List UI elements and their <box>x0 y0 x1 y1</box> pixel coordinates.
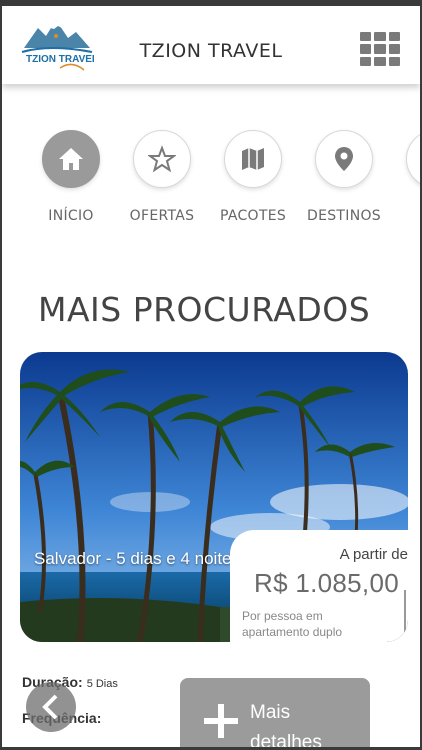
category-pacotes[interactable]: PACOTES <box>208 130 298 224</box>
brand-title: TZION TRAVEL <box>139 40 283 62</box>
section-title: MAIS PROCURADOS <box>38 290 371 329</box>
package-card[interactable]: Salvador - 5 dias e 4 noites A partir de… <box>20 352 408 642</box>
category-label: PACOTES <box>219 208 287 224</box>
package-title: Salvador - 5 dias e 4 noites <box>34 549 241 568</box>
plus-icon <box>204 704 238 738</box>
price-panel: A partir de R$ 1.085,00 Por pessoa em ap… <box>230 530 408 642</box>
chevron-left-icon <box>42 694 58 720</box>
category-partial[interactable]: A <box>390 130 420 224</box>
home-icon <box>42 130 100 188</box>
category-nav: INÍCIO OFERTAS PACOTES DESTINOS <box>2 130 420 240</box>
star-icon <box>133 130 191 188</box>
divider <box>404 590 406 638</box>
location-pin-icon <box>315 130 373 188</box>
category-label: INÍCIO <box>48 208 94 224</box>
category-inicio[interactable]: INÍCIO <box>26 130 116 224</box>
more-details-line2: detalhes <box>250 732 322 750</box>
more-details-label: Mais detalhes <box>250 698 322 750</box>
category-destinos[interactable]: DESTINOS <box>299 130 389 224</box>
more-details-line1: Mais <box>250 702 291 723</box>
category-ofertas[interactable]: OFERTAS <box>117 130 207 224</box>
top-header: TZION TRAVEL TZION TRAVEL <box>2 6 420 84</box>
price-note: Por pessoa em apartamento duplo <box>242 609 343 639</box>
apps-grid-icon[interactable] <box>360 32 400 66</box>
category-label: DESTINOS <box>307 208 381 224</box>
category-label: A <box>390 208 420 224</box>
price-from-label: A partir de <box>339 546 408 563</box>
unknown-icon <box>406 130 420 188</box>
duration-value: 5 Dias <box>86 678 118 690</box>
category-label: OFERTAS <box>129 208 195 224</box>
more-details-button[interactable]: Mais detalhes <box>180 678 370 750</box>
price-value: R$ 1.085,00 <box>254 568 399 598</box>
back-arrow-button[interactable] <box>26 682 76 732</box>
map-icon <box>224 130 282 188</box>
app-frame: TZION TRAVEL TZION TRAVEL INÍCIO OFERTAS… <box>0 0 422 750</box>
